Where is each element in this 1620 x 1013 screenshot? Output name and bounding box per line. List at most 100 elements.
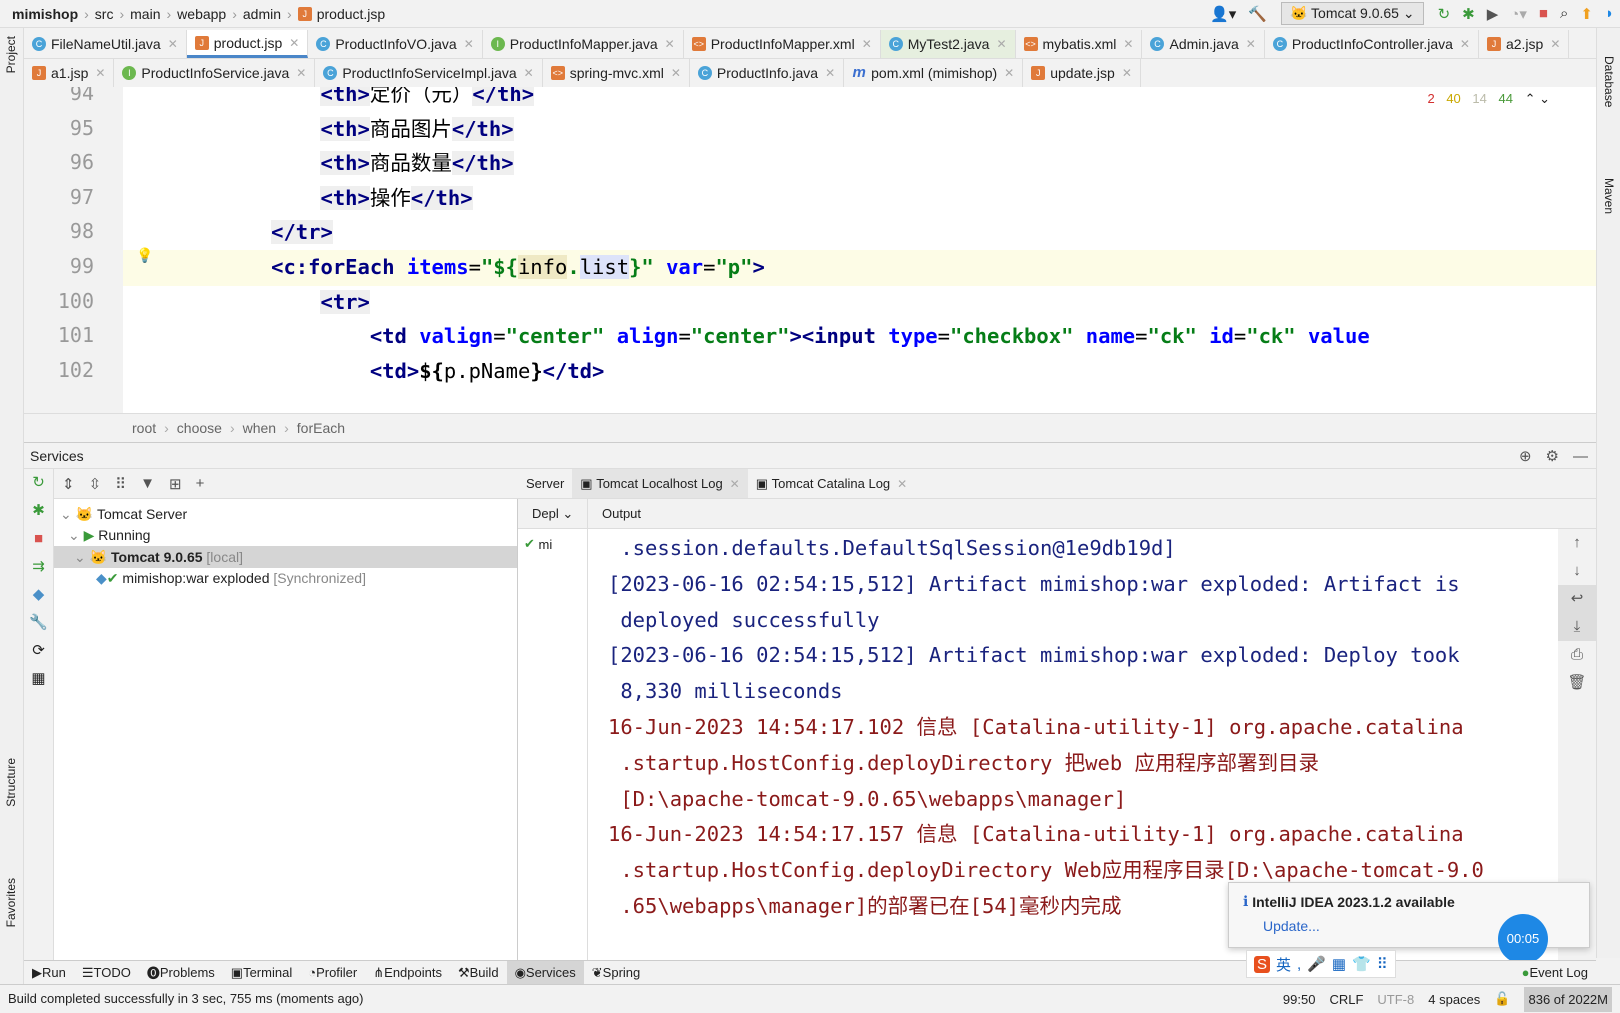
chevron-down-icon[interactable]: ⌄	[562, 506, 573, 522]
print-icon[interactable]: ⎙	[1558, 641, 1596, 669]
tab-tomcat-catalina-log[interactable]: ▣ Tomcat Catalina Log ✕	[748, 469, 915, 498]
close-icon[interactable]: ✕	[1550, 37, 1560, 51]
trash-icon[interactable]: 🗑	[1558, 669, 1596, 697]
stop-icon[interactable]: ■	[24, 525, 53, 553]
memory-indicator[interactable]: 836 of 2022M	[1524, 986, 1612, 1012]
tool-window-terminal[interactable]: ▣ Terminal	[223, 961, 300, 984]
tool-window-endpoints[interactable]: ⋔ Endpoints	[365, 961, 450, 984]
project-tool-button[interactable]: Project	[4, 36, 18, 73]
close-icon[interactable]: ✕	[1460, 37, 1470, 51]
event-log-button[interactable]: ● Event Log	[1514, 961, 1596, 984]
code-line[interactable]: <td>${p.pName}</td>	[123, 354, 1596, 390]
tab-admin-java[interactable]: C Admin.java ✕	[1142, 30, 1265, 58]
caret-position[interactable]: 99:50	[1283, 992, 1316, 1007]
close-icon[interactable]: ✕	[168, 37, 178, 51]
tab-mytest2-java[interactable]: C MyTest2.java ✕	[880, 30, 1016, 58]
user-icon[interactable]: 👤▾	[1210, 5, 1236, 23]
ime-toolbar[interactable]: S 英, 🎤 ▦ 👕 ⠿	[1246, 950, 1396, 978]
breadcrumb-item[interactable]: product.jsp	[317, 6, 385, 22]
tool-window-todo[interactable]: ☰ TODO	[74, 961, 139, 984]
scroll-up-icon[interactable]: ↑	[1558, 529, 1596, 557]
tab-filenameutil-java[interactable]: C FileNameUtil.java ✕	[24, 30, 187, 58]
tab-productinfoservice-java[interactable]: I ProductInfoService.java ✕	[114, 59, 316, 87]
line-separator[interactable]: CRLF	[1329, 992, 1363, 1007]
code-line[interactable]: <th>操作</th>	[123, 181, 1596, 217]
build-hammer-icon[interactable]: 🔨	[1248, 5, 1267, 23]
debug-icon[interactable]: ✱	[24, 497, 53, 525]
inspection-widget[interactable]: 2 40 14 44 ⌃ ⌄	[1419, 91, 1550, 107]
expand-all-icon[interactable]: ⇕	[62, 475, 75, 493]
breadcrumb-item[interactable]: admin	[243, 6, 281, 22]
collapse-all-icon[interactable]: ⇳	[89, 475, 102, 493]
code-line[interactable]: <th>定价（元）</th>	[123, 87, 1596, 113]
rerun-icon[interactable]: ↻	[24, 469, 53, 497]
close-icon[interactable]: ✕	[665, 37, 675, 51]
code-line[interactable]: <tr>	[123, 285, 1596, 321]
code-line[interactable]: <th>商品数量</th>	[123, 146, 1596, 182]
tree-node-artifact[interactable]: ◆ ✔ mimishop:war exploded [Synchronized]	[96, 567, 366, 589]
breadcrumb-item[interactable]: src	[95, 6, 114, 22]
intention-bulb-icon[interactable]: 💡	[136, 247, 153, 264]
layout-icon[interactable]: ▦	[24, 665, 53, 693]
update-icon[interactable]: ⬆	[1580, 5, 1593, 23]
search-icon[interactable]: ⌕	[1560, 5, 1568, 22]
breadcrumb-item[interactable]: mimishop	[12, 6, 78, 22]
tool-window-run[interactable]: ▶ Run	[24, 961, 74, 984]
close-icon[interactable]: ✕	[524, 66, 534, 80]
coverage-icon[interactable]: ▶	[1487, 5, 1499, 23]
close-icon[interactable]: ✕	[862, 37, 872, 51]
file-encoding[interactable]: UTF-8	[1377, 992, 1414, 1007]
tab-productinfoserviceimpl-java[interactable]: C ProductInfoServiceImpl.java ✕	[315, 59, 543, 87]
tab-server[interactable]: Server	[518, 469, 572, 498]
close-icon[interactable]: ✕	[1246, 37, 1256, 51]
tool-window-spring[interactable]: ❦ Spring	[584, 961, 648, 984]
wrench-icon[interactable]: 🔧	[24, 609, 53, 637]
tab-productinfocontroller-java[interactable]: C ProductInfoController.java ✕	[1265, 30, 1479, 58]
close-icon[interactable]: ✕	[289, 36, 299, 50]
close-icon[interactable]: ✕	[95, 66, 105, 80]
code-line[interactable]: </tr>	[123, 215, 1596, 251]
group-icon[interactable]: ⠿	[115, 475, 126, 493]
tab-a2-jsp[interactable]: Ja2.jsp ✕	[1479, 30, 1570, 58]
tab-productinfomapper-java[interactable]: I ProductInfoMapper.java ✕	[483, 30, 684, 58]
tab-a1-jsp[interactable]: Ja1.jsp ✕	[24, 59, 115, 87]
tab-spring-mvc-xml[interactable]: <> spring-mvc.xml ✕	[543, 59, 690, 87]
run-configuration-select[interactable]: 🐱 Tomcat 9.0.65 ⌄	[1280, 2, 1424, 25]
editor-breadcrumb-item[interactable]: choose	[177, 420, 222, 436]
code-line[interactable]: <th>商品图片</th>	[123, 112, 1596, 148]
code-editor[interactable]: 94 95 96 97 98 99 100 101 102 <td>${p.pName}</td…	[24, 87, 1596, 413]
debug-icon[interactable]: ✱	[1462, 5, 1475, 23]
soft-wrap-icon[interactable]: ↩	[1558, 585, 1596, 613]
code-line[interactable]: <c:forEach items="${info.list}" var="p">	[24, 250, 1596, 286]
close-icon[interactable]: ✕	[1123, 37, 1133, 51]
code-line[interactable]: <td valign="center" align="center"><inpu…	[123, 319, 1596, 355]
artifact-icon[interactable]: ◆	[24, 581, 53, 609]
tree-node-tomcat-instance[interactable]: ⌄ 🐱 Tomcat 9.0.65 [local]	[54, 546, 517, 568]
database-tool-button[interactable]: Database	[1602, 56, 1616, 107]
gear-icon[interactable]: ⚙	[1546, 448, 1559, 465]
profile-icon[interactable]: ◔▾	[1510, 5, 1527, 23]
deploy-icon[interactable]: ⇉	[24, 553, 53, 581]
close-icon[interactable]: ✕	[730, 477, 740, 491]
structure-tool-button[interactable]: Structure	[4, 758, 18, 807]
add-icon[interactable]: +	[196, 475, 205, 492]
plugin-icon[interactable]: ◗	[1605, 5, 1614, 22]
new-tab-icon[interactable]: ⊞	[169, 475, 182, 493]
close-icon[interactable]: ✕	[996, 37, 1006, 51]
tree-node-running[interactable]: ⌄ ▶ Running	[68, 524, 150, 546]
tree-node-tomcat-server[interactable]: ⌄ 🐱 Tomcat Server	[60, 503, 187, 525]
close-icon[interactable]: ✕	[464, 37, 474, 51]
editor-breadcrumb-item[interactable]: forEach	[297, 420, 345, 436]
close-icon[interactable]: ✕	[1004, 66, 1014, 80]
breadcrumb-item[interactable]: webapp	[177, 6, 226, 22]
minimize-icon[interactable]: —	[1573, 448, 1588, 465]
tab-tomcat-localhost-log[interactable]: ▣ Tomcat Localhost Log ✕	[572, 469, 748, 498]
target-icon[interactable]: ⊕	[1519, 448, 1532, 465]
filter-icon[interactable]: ▼	[140, 475, 155, 492]
close-icon[interactable]: ✕	[671, 66, 681, 80]
tab-update-jsp[interactable]: Jupdate.jsp ✕	[1023, 59, 1141, 87]
rerun-icon[interactable]: ↻	[1438, 5, 1451, 23]
close-icon[interactable]: ✕	[825, 66, 835, 80]
recording-timer[interactable]: 00:05	[1498, 914, 1548, 964]
editor-breadcrumb-item[interactable]: root	[132, 420, 156, 436]
